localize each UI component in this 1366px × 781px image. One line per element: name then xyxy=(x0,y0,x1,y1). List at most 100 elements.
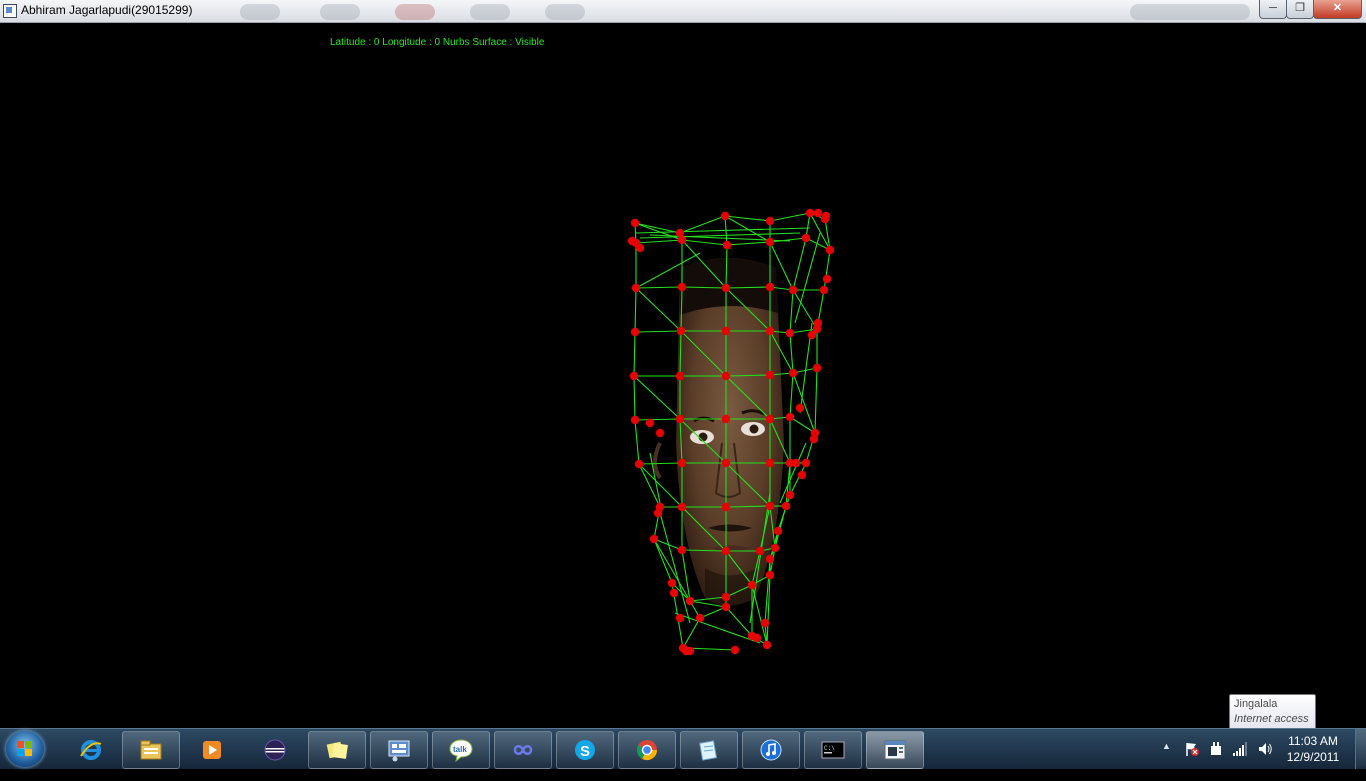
taskbar-notepad[interactable] xyxy=(680,731,738,769)
mesh-edge xyxy=(674,612,761,644)
taskbar-infinity-app[interactable] xyxy=(494,731,552,769)
show-desktop-button[interactable] xyxy=(1355,729,1366,769)
show-hidden-icons-arrow[interactable]: ▲ xyxy=(1162,741,1171,781)
app-window-icon[interactable] xyxy=(3,4,17,18)
mesh-edge xyxy=(789,289,794,334)
taskbar-eclipse[interactable] xyxy=(246,731,304,769)
close-button[interactable]: ✕ xyxy=(1313,0,1362,19)
taskbar-opengl-app[interactable] xyxy=(866,731,924,769)
control-point xyxy=(730,645,740,655)
taskbar-google-talk[interactable]: talk xyxy=(432,731,490,769)
control-point xyxy=(675,414,685,424)
mesh-edge xyxy=(814,367,818,434)
control-point xyxy=(795,403,805,413)
internet-explorer-icon xyxy=(80,740,102,760)
mesh-edge xyxy=(777,494,791,532)
maximize-button[interactable]: ❐ xyxy=(1286,0,1314,19)
windows-logo-icon xyxy=(17,741,33,757)
control-point xyxy=(677,282,687,292)
control-point xyxy=(765,326,775,336)
control-point xyxy=(721,546,731,556)
control-point xyxy=(813,318,823,328)
network-status: Internet access xyxy=(1234,713,1309,725)
mesh-edge xyxy=(634,418,681,421)
eclipse-icon xyxy=(264,739,286,761)
control-point xyxy=(675,613,685,623)
control-point xyxy=(655,428,665,438)
mesh-edge xyxy=(638,462,683,465)
control-point xyxy=(635,243,645,253)
aero-glass-reflection xyxy=(545,4,585,20)
mesh-edge xyxy=(635,286,683,289)
control-point xyxy=(791,458,801,468)
control-point xyxy=(821,211,831,221)
control-point xyxy=(801,233,811,243)
control-point xyxy=(630,415,640,425)
taskbar-media-player[interactable] xyxy=(183,731,241,769)
opengl-app-icon xyxy=(884,740,906,760)
control-point xyxy=(773,526,783,536)
control-point xyxy=(653,508,663,518)
system-clock[interactable]: 11:03 AM 12/9/2011 xyxy=(1280,733,1346,765)
aero-glass-reflection xyxy=(395,4,435,20)
control-point xyxy=(721,592,731,602)
control-point xyxy=(765,501,775,511)
control-point xyxy=(807,330,817,340)
window-title-bar[interactable]: Abhiram Jagarlapudi(29015299) ─ ❐ ✕ xyxy=(0,0,1366,23)
clock-time: 11:03 AM xyxy=(1288,734,1338,748)
sticky-notes-icon xyxy=(326,741,348,759)
control-point xyxy=(645,418,655,428)
volume-icon[interactable] xyxy=(1257,741,1273,757)
minimize-button[interactable]: ─ xyxy=(1259,0,1287,19)
control-point xyxy=(721,458,731,468)
control-point xyxy=(805,208,815,218)
window-title: Abhiram Jagarlapudi(29015299) xyxy=(21,3,193,17)
control-point xyxy=(788,368,798,378)
control-point xyxy=(765,282,775,292)
wireless-network-icon[interactable] xyxy=(1232,741,1248,757)
taskbar-itunes[interactable] xyxy=(742,731,800,769)
control-panel-icon xyxy=(388,740,410,762)
control-point xyxy=(765,554,775,564)
taskbar-chrome[interactable] xyxy=(618,731,676,769)
action-center-flag-icon[interactable] xyxy=(1184,741,1200,757)
mesh-edge xyxy=(792,289,818,330)
mesh-edge xyxy=(699,606,727,619)
mesh-edge xyxy=(633,375,681,420)
mesh-edge xyxy=(634,287,637,333)
svg-text:C:\: C:\ xyxy=(824,745,835,752)
taskbar-control-panel[interactable] xyxy=(370,731,428,769)
control-point xyxy=(797,470,807,480)
opengl-viewport[interactable]: Latitude : 0 Longitude : 0 Nurbs Surface… xyxy=(0,23,1366,728)
taskbar-internet-explorer[interactable] xyxy=(62,731,120,769)
control-point xyxy=(747,580,757,590)
control-point xyxy=(765,237,775,247)
taskbar-sticky-notes[interactable] xyxy=(308,731,366,769)
nurbs-face-mesh[interactable] xyxy=(0,23,1366,728)
taskbar-command-prompt[interactable]: C:\ xyxy=(804,731,862,769)
control-point xyxy=(695,613,705,623)
taskbar: talk S C:\ ▲ 11:03 AM 12/9/2011 xyxy=(0,728,1366,769)
control-point xyxy=(630,218,640,228)
control-point xyxy=(721,326,731,336)
taskbar-windows-explorer[interactable] xyxy=(122,731,180,769)
control-point xyxy=(762,640,772,650)
control-point xyxy=(765,458,775,468)
mesh-edge xyxy=(634,419,640,465)
aero-glass-reflection xyxy=(1130,4,1250,20)
start-button[interactable] xyxy=(6,731,44,767)
mesh-edge xyxy=(725,606,753,637)
control-point xyxy=(677,235,687,245)
mesh-edge xyxy=(823,249,831,291)
mesh-edge xyxy=(635,239,683,244)
control-point xyxy=(721,502,731,512)
taskbar-skype[interactable]: S xyxy=(556,731,614,769)
mesh-edge xyxy=(789,332,794,374)
control-point xyxy=(801,458,811,468)
command-prompt-icon: C:\ xyxy=(821,741,845,759)
control-point xyxy=(677,502,687,512)
control-point xyxy=(649,534,659,544)
control-point xyxy=(822,274,832,284)
windows-explorer-icon xyxy=(140,740,162,760)
power-plug-icon[interactable] xyxy=(1208,740,1224,758)
